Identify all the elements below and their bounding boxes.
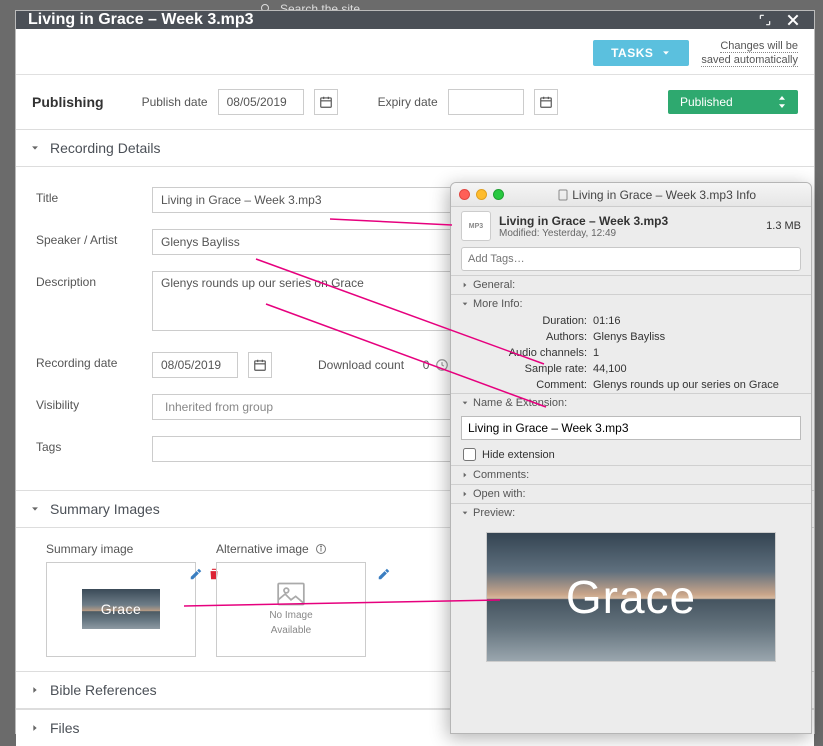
info-icon[interactable] [315, 543, 327, 555]
modal-title: Living in Grace – Week 3.mp3 [28, 11, 746, 29]
summary-image-label: Summary image [46, 542, 196, 556]
macos-file-size: 1.3 MB [766, 220, 801, 232]
disc-general[interactable]: General: [451, 275, 811, 294]
traffic-minimize-icon[interactable] [476, 189, 487, 200]
autosave-note: Changes will besaved automatically [701, 39, 798, 68]
hide-extension-row[interactable]: Hide extension [451, 444, 811, 465]
description-label: Description [36, 271, 136, 289]
kv-authors: Authors:Glenys Bayliss [451, 329, 811, 345]
modal-subheader: TASKS Changes will besaved automatically [16, 29, 814, 75]
expiry-date-label: Expiry date [378, 95, 438, 109]
expiry-date-picker-icon[interactable] [534, 89, 558, 115]
macos-tags-field[interactable] [461, 247, 801, 271]
macos-file-summary: MP3 Living in Grace – Week 3.mp3 Modifie… [451, 207, 811, 243]
summary-image-thumb: Grace [82, 589, 160, 629]
edit-image-icon[interactable] [189, 567, 203, 581]
recording-date-input[interactable] [152, 352, 238, 378]
macos-window-title: Living in Grace – Week 3.mp3 Info [510, 188, 803, 202]
chevron-right-icon [30, 682, 40, 698]
expand-icon[interactable] [756, 11, 774, 29]
title-label: Title [36, 187, 136, 205]
modal-header: Living in Grace – Week 3.mp3 [16, 11, 814, 29]
expiry-date-input[interactable] [448, 89, 524, 115]
macos-titlebar: Living in Grace – Week 3.mp3 Info [451, 183, 811, 207]
macos-file-name: Living in Grace – Week 3.mp3 [499, 214, 758, 228]
tasks-button[interactable]: TASKS [593, 40, 689, 66]
close-icon[interactable] [784, 11, 802, 29]
visibility-label: Visibility [36, 394, 136, 412]
disc-comments[interactable]: Comments: [451, 465, 811, 484]
alternative-image-label: Alternative image [216, 542, 366, 556]
macos-name-input[interactable] [461, 416, 801, 440]
disc-preview[interactable]: Preview: [451, 503, 811, 522]
recording-date-label: Recording date [36, 352, 136, 370]
kv-comment: Comment:Glenys rounds up our series on G… [451, 377, 811, 393]
macos-preview-image: Grace [486, 532, 776, 662]
download-count: Download count 0 [318, 358, 449, 372]
recording-date-picker-icon[interactable] [248, 352, 272, 378]
publish-date-picker-icon[interactable] [314, 89, 338, 115]
chevron-right-icon [30, 720, 40, 736]
disc-more-info[interactable]: More Info: [451, 294, 811, 313]
section-recording-details[interactable]: Recording Details [16, 129, 814, 167]
publish-date-label: Publish date [142, 95, 208, 109]
chevron-down-icon [30, 140, 40, 156]
mp3-file-icon: MP3 [461, 211, 491, 241]
no-image-placeholder: No ImageAvailable [269, 582, 312, 636]
kv-duration: Duration:01:16 [451, 313, 811, 329]
macos-preview: Grace [451, 522, 811, 672]
publish-date-input[interactable] [218, 89, 304, 115]
publishing-row: Publishing Publish date Expiry date Publ… [16, 75, 814, 129]
alternative-image-card[interactable]: No ImageAvailable [216, 562, 366, 657]
traffic-zoom-icon[interactable] [493, 189, 504, 200]
macos-info-panel: Living in Grace – Week 3.mp3 Info MP3 Li… [450, 182, 812, 734]
macos-file-modified: Modified: Yesterday, 12:49 [499, 228, 758, 239]
kv-sample-rate: Sample rate:44,100 [451, 361, 811, 377]
macos-tags-input[interactable] [461, 247, 801, 271]
hide-extension-checkbox[interactable] [463, 448, 476, 461]
disc-open-with[interactable]: Open with: [451, 484, 811, 503]
chevron-down-icon [30, 501, 40, 517]
summary-image-card[interactable]: Grace [46, 562, 196, 657]
edit-image-icon[interactable] [377, 567, 391, 581]
disc-name-extension[interactable]: Name & Extension: [451, 393, 811, 412]
speaker-label: Speaker / Artist [36, 229, 136, 247]
traffic-close-icon[interactable] [459, 189, 470, 200]
tags-label: Tags [36, 436, 136, 454]
status-select[interactable]: Published [668, 90, 798, 114]
publishing-label: Publishing [32, 94, 104, 110]
kv-channels: Audio channels:1 [451, 345, 811, 361]
